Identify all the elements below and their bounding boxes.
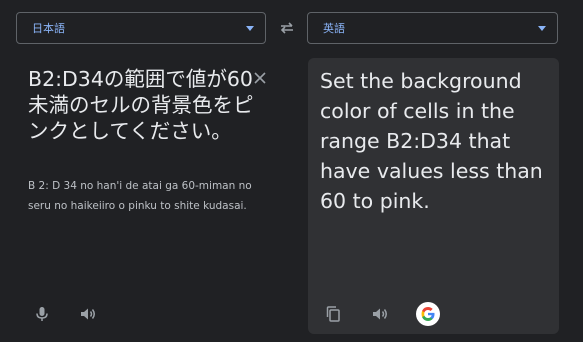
swap-arrows-icon [280,22,293,34]
listen-source-button[interactable] [78,304,98,324]
chevron-down-icon [246,26,254,31]
voice-input-button[interactable] [32,304,52,324]
source-romanization: B 2: D 34 no han'i de atai ga 60-miman n… [28,180,252,212]
google-logo-icon [421,307,435,321]
close-icon [254,72,266,84]
microphone-icon [36,307,48,321]
source-panel: B2:D34の範囲で値が60未満のセルの背景色をピンクとしてください。 B 2:… [16,58,280,333]
chevron-down-icon [538,26,546,31]
copy-translation-button[interactable] [323,304,343,324]
speaker-icon [373,308,387,320]
source-text-input[interactable]: B2:D34の範囲で値が60未満のセルの背景色をピンクとしてください。 [28,66,254,144]
translation-text: Set the background color of cells in the… [320,69,543,213]
source-language-label: 日本語 [32,22,65,35]
swap-languages-button[interactable] [277,18,297,38]
copy-icon [326,306,340,322]
google-logo-button[interactable] [416,302,440,326]
target-language-label: 英語 [323,22,345,35]
translate-app: 日本語 英語 B2:D34の範囲で値が60未満のセルの背景色をピンクとしてくださ… [0,0,583,342]
clear-source-button[interactable] [252,70,268,86]
target-language-select[interactable]: 英語 [307,12,558,44]
source-language-select[interactable]: 日本語 [16,12,266,44]
translation-panel: Set the background color of cells in the… [308,58,559,334]
listen-translation-button[interactable] [370,304,390,324]
speaker-icon [81,308,95,320]
